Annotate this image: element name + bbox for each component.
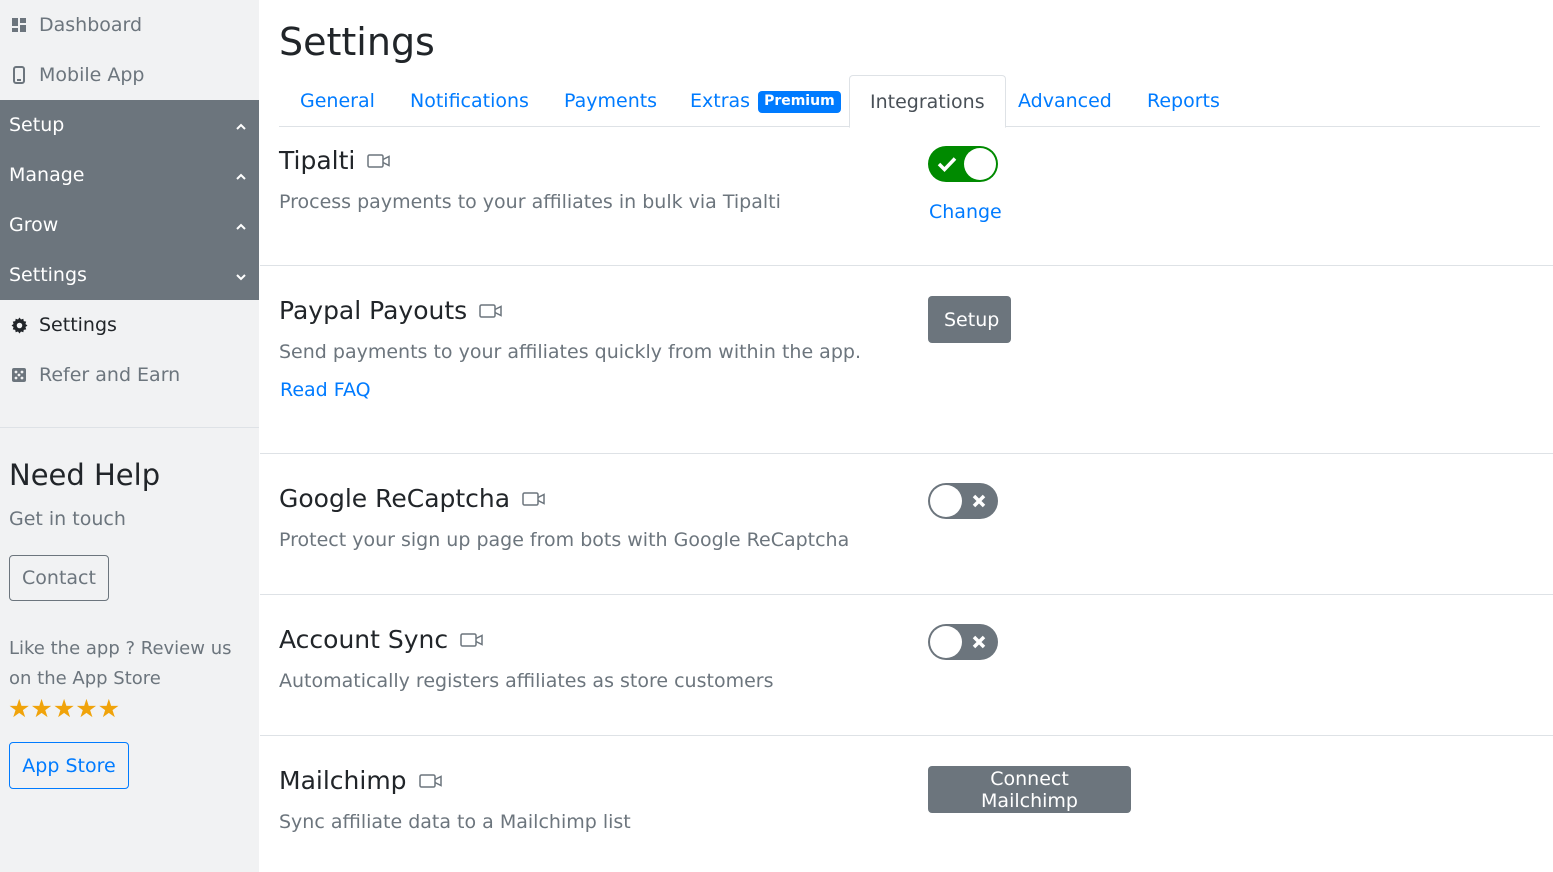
recaptcha-toggle[interactable] bbox=[928, 483, 998, 519]
paypal-read-faq-link[interactable]: Read FAQ bbox=[280, 379, 371, 401]
sidebar-group-manage[interactable]: Manage bbox=[0, 150, 259, 200]
account-sync-title: Account Sync bbox=[279, 625, 484, 654]
integration-title-text: Mailchimp bbox=[279, 766, 407, 795]
account-sync-description: Automatically registers affiliates as st… bbox=[279, 670, 774, 692]
tipalti-title: Tipalti bbox=[279, 146, 391, 175]
video-camera-icon[interactable] bbox=[418, 773, 443, 789]
help-title: Need Help bbox=[9, 458, 161, 492]
tab-extras[interactable]: Extras Premium bbox=[690, 75, 841, 127]
gear-icon bbox=[10, 316, 28, 334]
sidebar-group-grow[interactable]: Grow bbox=[0, 200, 259, 250]
settings-tabs: General Notifications Payments Extras Pre… bbox=[279, 75, 1540, 128]
video-camera-icon[interactable] bbox=[522, 491, 546, 507]
tab-reports[interactable]: Reports bbox=[1147, 75, 1220, 127]
star-rating: ★★★★★ bbox=[8, 694, 121, 723]
close-icon bbox=[962, 483, 996, 519]
video-camera-icon[interactable] bbox=[367, 153, 391, 169]
close-icon bbox=[962, 624, 996, 660]
recaptcha-title: Google ReCaptcha bbox=[279, 484, 546, 513]
mobile-icon bbox=[10, 66, 28, 84]
mailchimp-title: Mailchimp bbox=[279, 766, 443, 795]
dashboard-icon bbox=[10, 16, 28, 34]
chevron-up-icon bbox=[235, 114, 247, 136]
sidebar-item-mobile-app[interactable]: Mobile App bbox=[0, 50, 259, 100]
tipalti-toggle[interactable] bbox=[928, 146, 998, 182]
row-divider bbox=[260, 594, 1553, 595]
toggle-knob bbox=[964, 148, 996, 180]
connect-mailchimp-button[interactable]: Connect Mailchimp bbox=[928, 766, 1131, 813]
account-sync-toggle[interactable] bbox=[928, 624, 998, 660]
row-divider bbox=[260, 735, 1553, 736]
sidebar: Dashboard Mobile App Setup Manage Grow S… bbox=[0, 0, 259, 872]
video-camera-icon[interactable] bbox=[479, 303, 503, 319]
tab-integrations[interactable]: Integrations bbox=[849, 75, 1006, 128]
contact-button[interactable]: Contact bbox=[9, 555, 109, 601]
row-divider bbox=[260, 265, 1553, 266]
check-icon bbox=[930, 146, 964, 182]
tab-general[interactable]: General bbox=[300, 75, 375, 127]
sidebar-item-label: Refer and Earn bbox=[39, 364, 181, 386]
sidebar-group-label: Grow bbox=[9, 214, 59, 236]
chevron-up-icon bbox=[235, 214, 247, 236]
sidebar-group-setup[interactable]: Setup bbox=[0, 100, 259, 150]
sidebar-divider bbox=[0, 427, 259, 428]
chevron-down-icon bbox=[235, 264, 247, 286]
sidebar-item-label: Dashboard bbox=[39, 14, 143, 36]
help-subtitle: Get in touch bbox=[9, 508, 126, 530]
dice-icon bbox=[10, 366, 28, 384]
sidebar-item-refer-and-earn[interactable]: Refer and Earn bbox=[0, 350, 259, 400]
sidebar-group-label: Setup bbox=[9, 114, 65, 136]
sidebar-item-settings[interactable]: Settings bbox=[0, 300, 259, 350]
tab-advanced[interactable]: Advanced bbox=[1018, 75, 1112, 127]
tab-label: Extras bbox=[690, 90, 751, 112]
mailchimp-description: Sync affiliate data to a Mailchimp list bbox=[279, 811, 631, 833]
sidebar-item-label: Settings bbox=[39, 314, 117, 336]
toggle-knob bbox=[930, 485, 962, 517]
app-store-button[interactable]: App Store bbox=[9, 742, 129, 789]
sidebar-group-label: Settings bbox=[9, 264, 87, 286]
paypal-setup-button[interactable]: Setup bbox=[928, 296, 1011, 343]
paypal-description: Send payments to your affiliates quickly… bbox=[279, 341, 861, 363]
tipalti-description: Process payments to your affiliates in b… bbox=[279, 191, 781, 213]
tipalti-change-link[interactable]: Change bbox=[929, 201, 1002, 223]
toggle-knob bbox=[930, 626, 962, 658]
tab-payments[interactable]: Payments bbox=[564, 75, 657, 127]
sidebar-group-label: Manage bbox=[9, 164, 85, 186]
chevron-up-icon bbox=[235, 164, 247, 186]
integration-title-text: Paypal Payouts bbox=[279, 296, 468, 325]
row-divider bbox=[260, 453, 1553, 454]
premium-badge: Premium bbox=[758, 91, 841, 113]
integration-title-text: Account Sync bbox=[279, 625, 449, 654]
sidebar-item-label: Mobile App bbox=[39, 64, 145, 86]
video-camera-icon[interactable] bbox=[460, 632, 484, 648]
paypal-title: Paypal Payouts bbox=[279, 296, 503, 325]
sidebar-item-dashboard[interactable]: Dashboard bbox=[0, 0, 259, 50]
page-title: Settings bbox=[279, 20, 435, 64]
integration-title-text: Google ReCaptcha bbox=[279, 484, 511, 513]
tab-notifications[interactable]: Notifications bbox=[410, 75, 529, 127]
integration-title-text: Tipalti bbox=[279, 146, 356, 175]
review-text: Like the app ? Review us on the App Stor… bbox=[9, 638, 232, 689]
sidebar-group-settings[interactable]: Settings bbox=[0, 250, 259, 300]
recaptcha-description: Protect your sign up page from bots with… bbox=[279, 529, 850, 551]
